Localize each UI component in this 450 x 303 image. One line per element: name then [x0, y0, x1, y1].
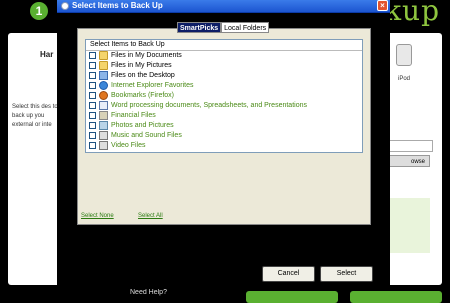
- item-label: Bookmarks (Firefox): [111, 92, 175, 99]
- back-button[interactable]: [246, 291, 338, 303]
- list-item[interactable]: Files in My Documents: [86, 51, 362, 61]
- tab-smartpicks[interactable]: SmartPicks: [177, 22, 222, 33]
- cancel-button[interactable]: Cancel: [262, 266, 315, 282]
- item-label: Financial Files: [111, 112, 156, 119]
- item-label: Photos and Pictures: [111, 122, 174, 129]
- list-item[interactable]: Word processing documents, Spreadsheets,…: [86, 101, 362, 111]
- financial-icon: [99, 111, 108, 120]
- need-help-link[interactable]: Need Help?: [130, 289, 167, 296]
- item-checkbox[interactable]: [89, 132, 96, 139]
- item-checkbox[interactable]: [89, 112, 96, 119]
- step-1-badge: 1: [30, 2, 48, 20]
- list-item[interactable]: Files on the Desktop: [86, 71, 362, 81]
- tab-local-folders[interactable]: Local Folders: [221, 22, 270, 33]
- destination-field[interactable]: [389, 140, 433, 152]
- item-label: Files in My Documents: [111, 52, 182, 59]
- dialog-content: Select Items to Back Up Files in My Docu…: [77, 28, 371, 225]
- item-label: Video Files: [111, 142, 146, 149]
- item-checkbox[interactable]: [89, 52, 96, 59]
- firefox-icon: [99, 91, 108, 100]
- item-label: Files in My Pictures: [111, 62, 172, 69]
- item-label: Word processing documents, Spreadsheets,…: [111, 102, 307, 109]
- item-checkbox[interactable]: [89, 62, 96, 69]
- desktop-icon: [99, 71, 108, 80]
- video-icon: [99, 141, 108, 150]
- list-item[interactable]: Music and Sound Files: [86, 131, 362, 141]
- dialog-titlebar[interactable]: Select Items to Back Up ×: [57, 0, 390, 13]
- list-item[interactable]: Photos and Pictures: [86, 121, 362, 131]
- app-icon: [61, 2, 69, 10]
- list-item[interactable]: Files in My Pictures: [86, 61, 362, 71]
- select-items-dialog: Select Items to Back Up × Select Items t…: [57, 0, 390, 289]
- tab-bar: SmartPicks Local Folders: [177, 22, 270, 33]
- item-label: Music and Sound Files: [111, 132, 182, 139]
- left-section-description: Select this des to back up you external …: [12, 104, 58, 128]
- document-icon: [99, 101, 108, 110]
- item-checkbox[interactable]: [89, 122, 96, 129]
- ipod-label: iPod: [398, 76, 411, 82]
- list-header: Select Items to Back Up: [86, 40, 362, 51]
- item-label: Internet Explorer Favorites: [111, 82, 194, 89]
- internet-explorer-icon: [99, 81, 108, 90]
- folder-icon: [99, 51, 108, 60]
- select-button[interactable]: Select: [320, 266, 373, 282]
- left-section-title: Har: [40, 50, 54, 59]
- item-label: Files on the Desktop: [111, 72, 175, 79]
- item-checkbox[interactable]: [89, 102, 96, 109]
- dialog-title: Select Items to Back Up: [72, 1, 163, 10]
- list-item[interactable]: Video Files: [86, 141, 362, 151]
- item-checkbox[interactable]: [89, 142, 96, 149]
- close-button[interactable]: ×: [377, 0, 388, 11]
- music-icon: [99, 131, 108, 140]
- next-button[interactable]: [350, 291, 442, 303]
- item-checkbox[interactable]: [89, 72, 96, 79]
- item-checkbox[interactable]: [89, 92, 96, 99]
- items-list: Select Items to Back Up Files in My Docu…: [85, 39, 363, 153]
- folder-icon: [99, 61, 108, 70]
- select-all-link[interactable]: Select All: [138, 213, 163, 219]
- ipod-icon[interactable]: [396, 44, 412, 66]
- list-item[interactable]: Internet Explorer Favorites: [86, 81, 362, 91]
- list-item[interactable]: Financial Files: [86, 111, 362, 121]
- list-item[interactable]: Bookmarks (Firefox): [86, 91, 362, 101]
- item-checkbox[interactable]: [89, 82, 96, 89]
- select-none-link[interactable]: Select None: [81, 213, 114, 219]
- dialog-button-bar: Cancel Select: [57, 260, 390, 289]
- photo-icon: [99, 121, 108, 130]
